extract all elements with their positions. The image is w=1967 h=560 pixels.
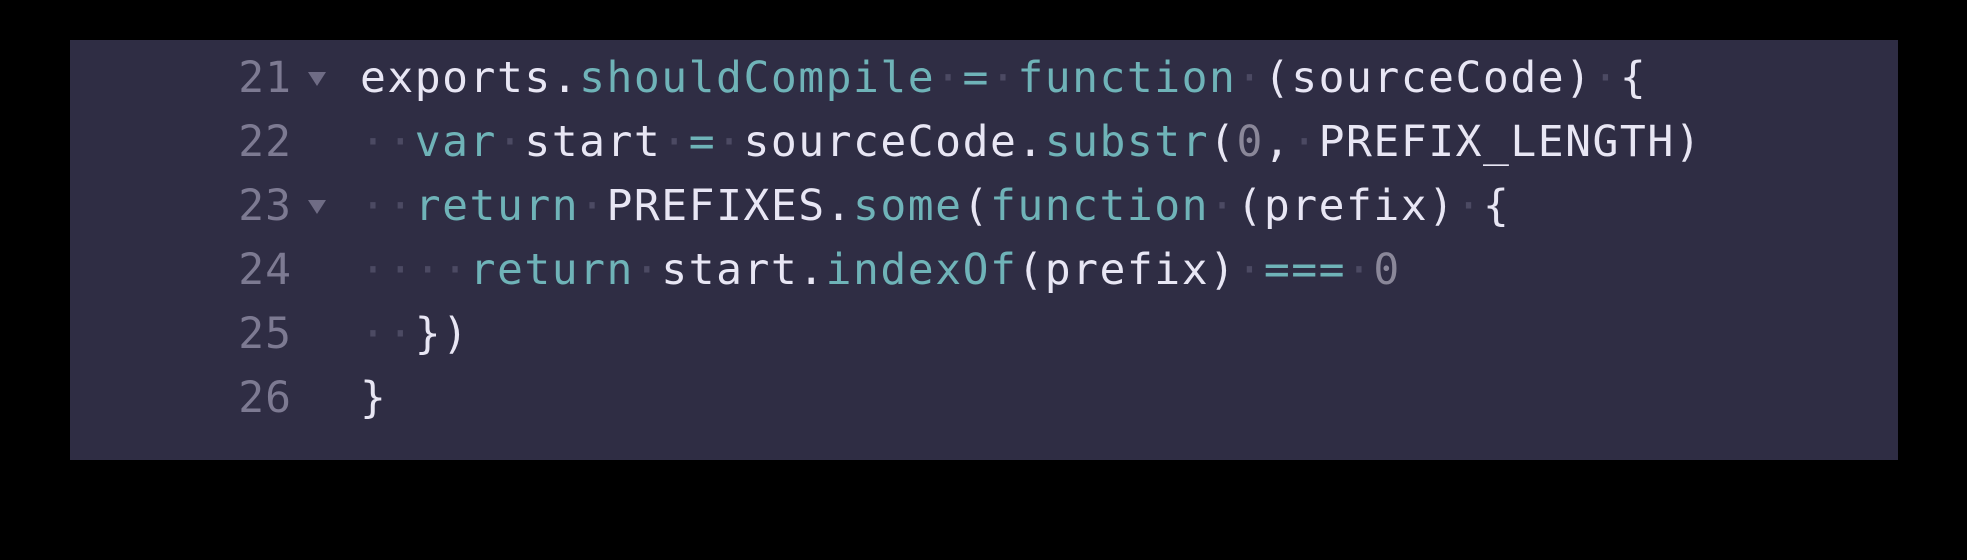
code-editor[interactable]: 21 exports.shouldCompile·=·function·(sour… <box>70 40 1898 460</box>
code-token: substr <box>1044 117 1210 167</box>
code-token: }) <box>414 309 470 359</box>
code-line[interactable]: 22 ··var·start·=·sourceCode.substr(0,·PRE… <box>70 110 1898 174</box>
whitespace-marker: · <box>989 53 1018 103</box>
code-token: return <box>469 245 634 295</box>
fold-arrow-icon[interactable] <box>308 200 326 214</box>
whitespace-marker: · <box>496 117 525 167</box>
code-token: 0 <box>1373 245 1401 295</box>
code-token: shouldCompile <box>579 53 936 103</box>
code-token: some <box>853 181 963 231</box>
code-token: (prefix) <box>1017 245 1237 295</box>
code-token: === <box>1263 245 1347 295</box>
code-text[interactable]: ····return·start.indexOf(prefix)·===·0 <box>360 238 1401 302</box>
whitespace-marker: · <box>935 53 963 103</box>
code-token: } <box>360 373 388 423</box>
line-number: 21 <box>238 53 292 103</box>
line-number: 25 <box>238 309 292 359</box>
code-token: { <box>1619 53 1648 103</box>
line-number: 26 <box>238 373 292 423</box>
whitespace-marker: · <box>1209 181 1237 231</box>
whitespace-marker: · <box>661 117 689 167</box>
whitespace-marker: ···· <box>360 245 470 295</box>
code-line[interactable]: 21 exports.shouldCompile·=·function·(sour… <box>70 46 1898 110</box>
code-text[interactable]: ··}) <box>360 302 470 366</box>
code-token: return <box>414 181 580 231</box>
code-line[interactable]: 26} <box>70 366 1898 430</box>
code-token: (prefix) <box>1236 181 1456 231</box>
code-token: , <box>1263 117 1292 167</box>
code-token: function <box>989 181 1210 231</box>
line-number: 22 <box>238 117 292 167</box>
code-token: var <box>414 117 497 167</box>
code-text[interactable]: } <box>360 366 387 430</box>
code-token: PREFIXES. <box>606 181 854 231</box>
code-token: PREFIX_LENGTH) <box>1318 117 1703 167</box>
code-token: indexOf <box>825 245 1018 295</box>
whitespace-marker: · <box>579 181 607 231</box>
whitespace-marker: ·· <box>360 181 415 231</box>
code-line[interactable]: 25 ··}) <box>70 302 1898 366</box>
whitespace-marker: · <box>716 117 744 167</box>
code-text[interactable]: ··var·start·=·sourceCode.substr(0,·PREFI… <box>360 110 1702 174</box>
code-token: ( <box>1209 117 1237 167</box>
whitespace-marker: · <box>1592 53 1620 103</box>
code-token: ( <box>962 181 990 231</box>
whitespace-marker: · <box>1455 181 1483 231</box>
whitespace-marker: · <box>633 245 662 295</box>
code-token: { <box>1482 181 1511 231</box>
whitespace-marker: ·· <box>360 309 415 359</box>
code-token: (sourceCode) <box>1263 53 1593 103</box>
whitespace-marker: · <box>1346 245 1374 295</box>
code-line[interactable]: 24 ····return·start.indexOf(prefix)·===·0 <box>70 238 1898 302</box>
code-text[interactable]: ··return·PREFIXES.some(function·(prefix)… <box>360 174 1510 238</box>
whitespace-marker: · <box>1291 117 1319 167</box>
whitespace-marker: · <box>1236 53 1264 103</box>
code-text[interactable]: exports.shouldCompile·=·function·(source… <box>360 46 1647 110</box>
whitespace-marker: ·· <box>360 117 415 167</box>
code-token: function <box>1017 53 1237 103</box>
code-token: start. <box>661 245 826 295</box>
code-token: sourceCode. <box>743 117 1045 167</box>
fold-arrow-icon[interactable] <box>308 72 326 86</box>
code-token: = <box>688 117 717 167</box>
code-line[interactable]: 23 ··return·PREFIXES.some(function·(prefi… <box>70 174 1898 238</box>
code-token: 0 <box>1236 117 1264 167</box>
code-token: start <box>524 117 662 167</box>
line-number: 23 <box>238 181 292 231</box>
code-token: = <box>962 53 990 103</box>
code-token: exports. <box>360 53 580 103</box>
line-number: 24 <box>238 245 292 295</box>
whitespace-marker: · <box>1236 245 1264 295</box>
